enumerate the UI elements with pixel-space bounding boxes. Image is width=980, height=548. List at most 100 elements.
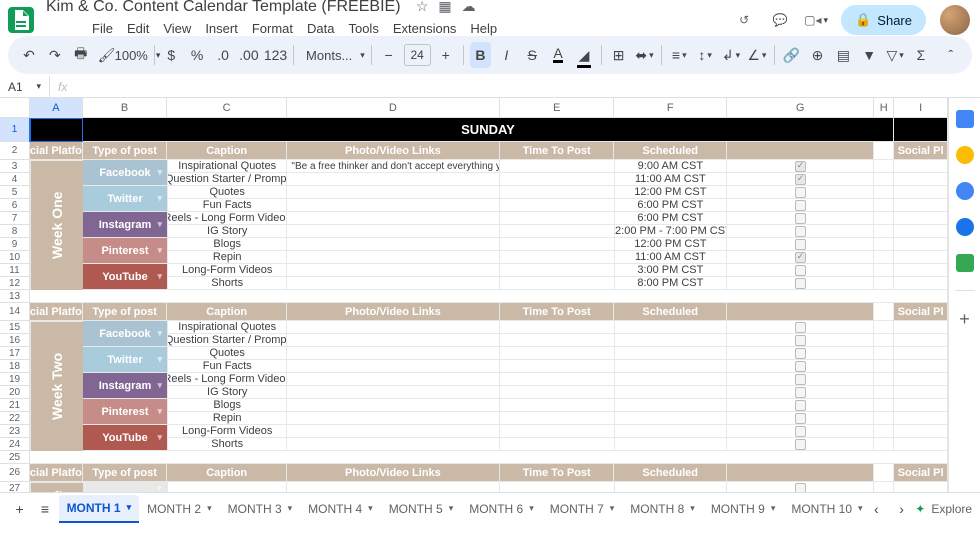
valign-button[interactable]: ↕▾ (694, 42, 716, 68)
fill-color-button[interactable]: ◢ (573, 42, 595, 68)
sheet-tab[interactable]: MONTH 4▾ (300, 495, 381, 523)
checkbox[interactable] (795, 335, 806, 346)
row-header[interactable]: 21 (0, 399, 30, 412)
checkbox[interactable] (795, 348, 806, 359)
move-icon[interactable]: ▦ (438, 0, 451, 15)
row-header[interactable]: 5 (0, 186, 30, 199)
col-header[interactable]: F (614, 98, 727, 118)
increase-decimal-button[interactable]: .00 (238, 42, 260, 68)
borders-button[interactable]: ⊞ (608, 42, 630, 68)
maps-icon[interactable] (956, 254, 974, 272)
row-header[interactable]: 24 (0, 438, 30, 451)
row-header[interactable]: 4 (0, 173, 30, 186)
redo-button[interactable]: ↷ (44, 42, 66, 68)
checkbox[interactable] (795, 439, 806, 450)
all-sheets-button[interactable]: ≡ (33, 496, 56, 522)
row-header[interactable]: 27 (0, 482, 30, 492)
wrap-button[interactable]: ↲▾ (720, 42, 742, 68)
row-header[interactable]: 9 (0, 238, 30, 251)
sheet-tab[interactable]: MONTH 7▾ (542, 495, 623, 523)
name-box[interactable]: A1▾ (0, 76, 50, 97)
checkbox[interactable] (795, 278, 806, 289)
zoom-selector[interactable]: 100%▾ (122, 42, 148, 68)
meet-icon[interactable]: ▢◂▾ (805, 9, 827, 31)
col-header[interactable]: G (727, 98, 874, 118)
collapse-toolbar-button[interactable]: ˆ (940, 42, 962, 68)
sheet-tab[interactable]: MONTH 2▾ (139, 495, 220, 523)
link-button[interactable]: 🔗 (781, 42, 803, 68)
row-header[interactable]: 14 (0, 303, 30, 321)
menu-extensions[interactable]: Extensions (387, 18, 463, 39)
comments-icon[interactable]: 💬 (769, 9, 791, 31)
increase-font-button[interactable]: + (435, 42, 457, 68)
halign-button[interactable]: ≡▾ (668, 42, 690, 68)
decrease-font-button[interactable]: − (378, 42, 400, 68)
print-button[interactable]: 🖶 (70, 42, 92, 68)
add-addon-button[interactable]: + (959, 309, 970, 330)
row-header[interactable]: 18 (0, 360, 30, 373)
tasks-icon[interactable] (956, 182, 974, 200)
menu-insert[interactable]: Insert (199, 18, 244, 39)
row-header[interactable]: 13 (0, 290, 30, 303)
percent-button[interactable]: % (186, 42, 208, 68)
star-icon[interactable]: ☆ (416, 0, 429, 15)
row-header[interactable]: 22 (0, 412, 30, 425)
functions-button[interactable]: Σ (910, 42, 932, 68)
col-header[interactable]: B (83, 98, 168, 118)
share-button[interactable]: 🔒 Share (841, 5, 926, 35)
filter-button[interactable]: ▼ (858, 42, 880, 68)
sheet-tab[interactable]: MONTH 8▾ (622, 495, 703, 523)
row-header[interactable]: 6 (0, 199, 30, 212)
menu-tools[interactable]: Tools (342, 18, 384, 39)
checkbox[interactable] (795, 213, 806, 224)
platform-cell[interactable] (83, 482, 168, 492)
row-header[interactable]: 19 (0, 373, 30, 386)
menu-data[interactable]: Data (301, 18, 340, 39)
row-header[interactable]: 1 (0, 118, 30, 142)
avatar[interactable] (940, 5, 970, 35)
row-header[interactable]: 10 (0, 251, 30, 264)
filter-views-button[interactable]: ▽▾ (884, 42, 906, 68)
checkbox[interactable] (795, 265, 806, 276)
col-header[interactable]: H (874, 98, 894, 118)
checkbox[interactable] (795, 483, 806, 493)
checkbox[interactable] (795, 400, 806, 411)
menu-help[interactable]: Help (464, 18, 503, 39)
checkbox[interactable] (795, 226, 806, 237)
day-header[interactable]: SUNDAY (83, 118, 894, 142)
merge-button[interactable]: ⬌▾ (634, 42, 656, 68)
row-header[interactable]: 3 (0, 160, 30, 173)
row-header[interactable]: 25 (0, 451, 30, 464)
row-header[interactable]: 26 (0, 464, 30, 482)
checkbox[interactable] (795, 374, 806, 385)
font-selector[interactable]: Monts...▾ (300, 42, 365, 68)
row-header[interactable]: 8 (0, 225, 30, 238)
bold-button[interactable]: B (470, 42, 492, 68)
row-header[interactable]: 16 (0, 334, 30, 347)
row-header[interactable]: 2 (0, 142, 30, 160)
history-icon[interactable]: ↺ (733, 9, 755, 31)
font-size-input[interactable]: 24 (404, 44, 431, 66)
chart-button[interactable]: ▤ (832, 42, 854, 68)
sheets-logo[interactable] (8, 7, 34, 33)
comment-button[interactable]: ⊕ (807, 42, 829, 68)
add-sheet-button[interactable]: + (8, 496, 31, 522)
decrease-decimal-button[interactable]: .0 (212, 42, 234, 68)
sheet-tab[interactable]: MONTH 5▾ (381, 495, 462, 523)
checkbox[interactable] (795, 239, 806, 250)
sheet-tab[interactable]: MONTH 1▾ (59, 495, 140, 523)
scroll-left-button[interactable]: ‹ (865, 496, 888, 522)
sheet-tab[interactable]: MONTH 6▾ (461, 495, 542, 523)
doc-title[interactable]: Kim & Co. Content Calendar Template (FRE… (42, 0, 405, 16)
strike-button[interactable]: S (521, 42, 543, 68)
calendar-icon[interactable] (956, 110, 974, 128)
checkbox[interactable] (795, 200, 806, 211)
menu-file[interactable]: File (86, 18, 119, 39)
checkbox[interactable] (795, 174, 806, 185)
row-header[interactable]: 15 (0, 321, 30, 334)
col-header[interactable]: E (500, 98, 615, 118)
checkbox[interactable] (795, 426, 806, 437)
col-header[interactable]: I (894, 98, 948, 118)
row-header[interactable]: 7 (0, 212, 30, 225)
row-header[interactable]: 20 (0, 386, 30, 399)
